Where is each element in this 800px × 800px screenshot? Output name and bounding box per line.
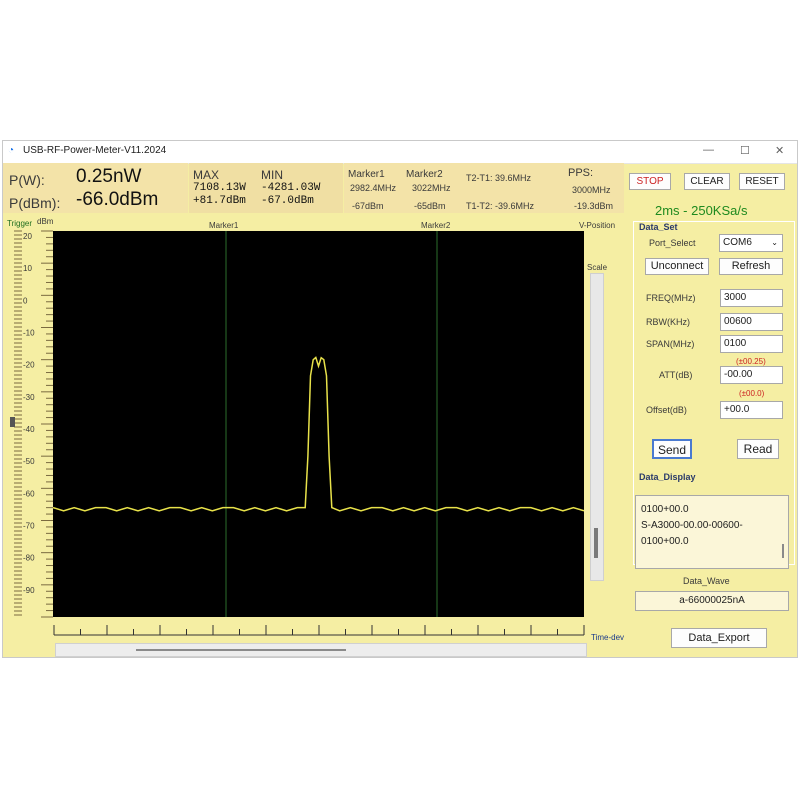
att-hint: (±00.25) <box>736 357 766 366</box>
y-tick-label: -50 <box>23 457 35 466</box>
rbw-input[interactable]: 00600 <box>720 313 783 331</box>
min-dbm-value: -67.0dBm <box>261 195 314 207</box>
trigger-handle[interactable] <box>10 417 15 427</box>
max-min-readout: MAX 7108.13W +81.7dBm MIN -4281.03W -67.… <box>189 163 343 213</box>
max-label: MAX <box>193 168 220 182</box>
data-display-box[interactable]: 0100+00.0 S-A3000-00.00-00600- 0100+00.0 <box>635 495 789 569</box>
marker1-label: Marker1 <box>348 169 385 180</box>
marker1-plot-label: Marker1 <box>209 221 239 230</box>
reset-button[interactable]: RESET <box>739 173 785 190</box>
y-tick-label: -10 <box>23 329 35 338</box>
marker2-plot-label: Marker2 <box>421 221 451 230</box>
title-bar: ◔ USB-RF-Power-Meter-V11.2024 — ☐ ✕ <box>3 141 797 164</box>
offset-input[interactable]: +00.0 <box>720 401 783 419</box>
power-readout: P(W): 0.25nW P(dBm): -66.0dBm <box>3 163 188 213</box>
data-set-title: Data_Set <box>639 222 678 232</box>
y-tick-label: 0 <box>23 296 28 305</box>
y-tick-label: -40 <box>23 425 35 434</box>
window-title: USB-RF-Power-Meter-V11.2024 <box>23 145 167 156</box>
trigger-label: Trigger <box>7 219 33 228</box>
scale-slider-thumb[interactable] <box>594 528 598 558</box>
data-display-line: S-A3000-00.00-00600- <box>641 520 743 531</box>
marker2-dbm: -65dBm <box>414 201 446 211</box>
wifi-icon: ◔ <box>8 145 15 156</box>
pw-value: 0.25nW <box>76 166 142 187</box>
data-display-line: 0100+00.0 <box>641 536 689 547</box>
stop-button[interactable]: STOP <box>629 173 671 190</box>
close-button[interactable]: ✕ <box>775 144 784 157</box>
data-display-scrollbar[interactable] <box>782 544 784 558</box>
data-display-line: 0100+00.0 <box>641 504 689 515</box>
freq-input[interactable]: 3000 <box>720 289 783 307</box>
minimize-button[interactable]: — <box>703 144 714 156</box>
pdbm-value: -66.0dBm <box>76 189 159 210</box>
min-label: MIN <box>261 168 283 182</box>
unit-label: dBm <box>37 217 54 226</box>
offset-hint: (±00.0) <box>739 389 765 398</box>
maximize-button[interactable]: ☐ <box>740 144 750 157</box>
pps-label: PPS: <box>568 167 594 179</box>
span-input[interactable]: 0100 <box>720 335 783 353</box>
pps-dbm: -19.3dBm <box>574 201 614 211</box>
time-dev-label: Time-dev <box>591 633 625 642</box>
refresh-button[interactable]: Refresh <box>719 258 783 275</box>
data-wave-output[interactable]: a-66000025nA <box>635 591 789 611</box>
plot-background <box>53 231 584 617</box>
data-display-title: Data_Display <box>639 472 696 482</box>
send-button[interactable]: Send <box>652 439 692 459</box>
max-w-value: 7108.13W <box>193 182 246 194</box>
t2-t1-value: T2-T1: 39.6MHz <box>466 173 532 183</box>
att-label: ATT(dB) <box>659 370 693 380</box>
y-tick-label: 10 <box>23 264 32 273</box>
y-tick-label: -80 <box>23 554 35 563</box>
y-tick-label: -70 <box>23 522 35 531</box>
marker2-label: Marker2 <box>406 169 443 180</box>
y-tick-label: 20 <box>23 232 32 241</box>
scale-label: Scale <box>587 263 608 272</box>
y-tick-label: -20 <box>23 361 35 370</box>
y-tick-label: -30 <box>23 393 35 402</box>
freq-label: FREQ(MHz) <box>646 293 696 303</box>
pw-label: P(W): <box>9 172 45 188</box>
offset-label: Offset(dB) <box>646 405 687 415</box>
marker-readout: Marker1 2982.4MHz -67dBm Marker2 3022MHz… <box>344 163 624 213</box>
min-w-value: -4281.03W <box>261 182 321 194</box>
marker1-freq: 2982.4MHz <box>350 183 397 193</box>
port-select-value: COM6 <box>723 237 752 248</box>
scrollbar-thumb[interactable] <box>136 649 346 651</box>
data-export-button[interactable]: Data_Export <box>671 628 767 648</box>
read-button[interactable]: Read <box>737 439 779 459</box>
clear-button[interactable]: CLEAR <box>684 173 730 190</box>
marker2-freq: 3022MHz <box>412 183 451 193</box>
data-wave-title: Data_Wave <box>683 576 730 586</box>
y-axis: 20 10 0 -10 -20 -30 -40 -50 -60 -70 -80 -90 <box>23 230 53 618</box>
att-input[interactable]: -00.00 <box>720 366 783 384</box>
chevron-down-icon: ⌄ <box>771 238 778 247</box>
max-dbm-value: +81.7dBm <box>193 195 246 207</box>
horizontal-scrollbar[interactable] <box>55 643 587 657</box>
span-label: SPAN(MHz) <box>646 339 695 349</box>
app-window: ◔ USB-RF-Power-Meter-V11.2024 — ☐ ✕ P(W)… <box>2 140 798 658</box>
port-select-label: Port_Select <box>649 238 696 248</box>
t1-t2-value: T1-T2: -39.6MHz <box>466 201 535 211</box>
y-tick-label: -60 <box>23 489 35 498</box>
marker1-dbm: -67dBm <box>352 201 384 211</box>
y-tick-label: -90 <box>23 586 35 595</box>
spectrum-plot[interactable] <box>53 231 584 617</box>
rbw-label: RBW(KHz) <box>646 317 690 327</box>
pps-freq: 3000MHz <box>572 185 611 195</box>
port-select-dropdown[interactable]: COM6 ⌄ <box>719 234 783 252</box>
time-dev-ruler[interactable] <box>53 623 588 639</box>
vposition-label: V-Position <box>579 221 616 230</box>
sample-rate: 2ms - 250KSa/s <box>655 203 748 218</box>
trigger-ruler[interactable] <box>9 229 23 617</box>
scale-slider[interactable] <box>590 273 604 581</box>
unconnect-button[interactable]: Unconnect <box>645 258 709 275</box>
pdbm-label: P(dBm): <box>9 195 61 211</box>
